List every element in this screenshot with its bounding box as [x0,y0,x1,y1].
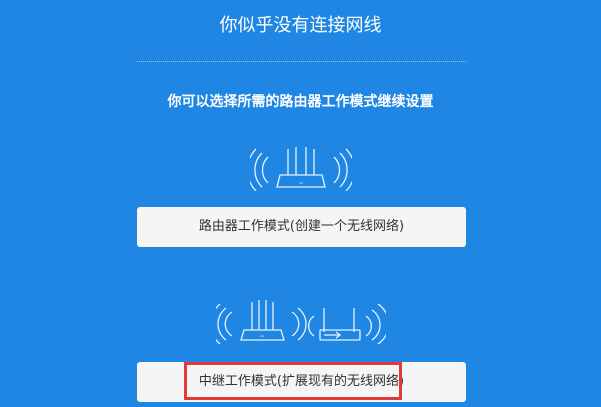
router-mode-label: 路由器工作模式(创建一个无线网络) [198,219,405,234]
router-wifi-icon: mi [246,143,356,195]
repeater-wifi-icon: mi [210,298,390,348]
repeater-mode-label: 中继工作模式(扩展现有的无线网络) [198,374,405,389]
repeater-mode-button[interactable]: 中继工作模式(扩展现有的无线网络) [137,362,466,402]
router-mode-button[interactable]: 路由器工作模式(创建一个无线网络) [137,207,466,247]
divider [137,61,466,62]
page-title: 你似乎没有连接网线 [219,15,382,36]
subtitle: 你可以选择所需的路由器工作模式继续设置 [167,94,434,110]
svg-text:mi: mi [299,181,303,185]
svg-text:mi: mi [260,334,264,338]
